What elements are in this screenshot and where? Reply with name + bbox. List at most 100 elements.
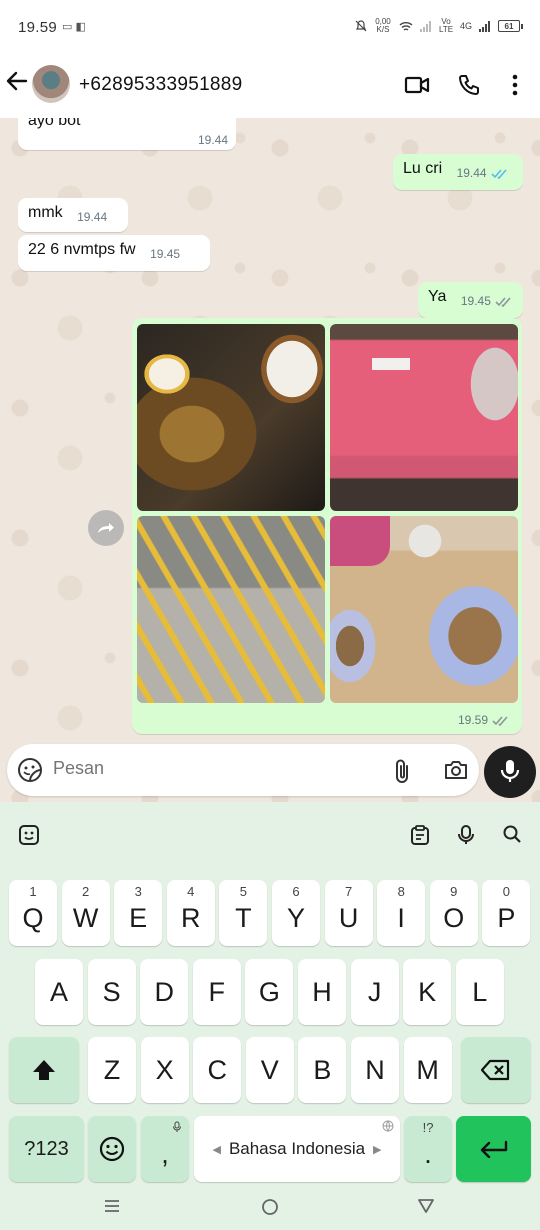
space-key-label: Bahasa Indonesia (228, 1139, 366, 1158)
back-nav-icon[interactable] (417, 1198, 435, 1219)
french-fries-photo[interactable] (137, 516, 325, 703)
key-number-hint: 1 (29, 884, 37, 899)
voice-input-icon[interactable] (456, 824, 476, 851)
key-letter: I (397, 902, 405, 933)
key-h[interactable]: H (298, 959, 346, 1025)
status-right-icons: 0,00 K/S Vo LTE 4G 61 (355, 17, 523, 34)
key-l[interactable]: L (455, 959, 504, 1025)
key-letter: W (72, 902, 99, 933)
delivered-double-tick-icon (495, 296, 511, 307)
pink-drink-photo[interactable] (330, 324, 518, 511)
key-d[interactable]: D (140, 959, 189, 1025)
key-g[interactable]: G (245, 959, 294, 1025)
key-n[interactable]: N (351, 1037, 399, 1103)
key-letter: P (497, 902, 516, 933)
key-letter: T (235, 902, 252, 933)
key-letter: D (154, 976, 174, 1007)
key-letter: L (472, 976, 488, 1007)
comma-key-label: , (161, 1138, 169, 1169)
attach-paperclip-icon[interactable] (393, 758, 413, 789)
key-i[interactable]: 8I (377, 880, 426, 946)
shift-key[interactable] (9, 1037, 79, 1103)
key-q[interactable]: 1Q (9, 880, 57, 946)
message-time: 19.45 (460, 294, 491, 308)
message-incoming[interactable]: 22 6 nvmtps fw 19.45 (18, 235, 210, 271)
key-b[interactable]: B (298, 1037, 347, 1103)
network-type: Vo LTE (438, 17, 454, 34)
message-incoming[interactable]: ayo bot 19.44 (18, 118, 236, 150)
backspace-key[interactable] (461, 1037, 531, 1103)
key-number-hint: 3 (134, 884, 142, 899)
key-letter: N (365, 1054, 385, 1085)
language-globe-icon (382, 1120, 394, 1132)
symbols-key[interactable]: ?123 (9, 1116, 84, 1182)
voice-message-button[interactable] (484, 746, 536, 798)
key-j[interactable]: J (350, 959, 399, 1025)
key-u[interactable]: 7U (324, 880, 373, 946)
mic-hint-icon (173, 1121, 181, 1132)
system-nav-bar (0, 1188, 540, 1230)
key-s[interactable]: S (87, 959, 136, 1025)
back-arrow-icon[interactable] (6, 70, 32, 98)
key-m[interactable]: M (403, 1037, 452, 1103)
message-text: ayo bot (28, 118, 81, 129)
key-f[interactable]: F (192, 959, 241, 1025)
video-call-icon[interactable] (403, 71, 431, 99)
message-time: 19.44 (197, 133, 228, 147)
key-letter: J (367, 976, 382, 1007)
key-o[interactable]: 9O (429, 880, 478, 946)
key-letter: S (102, 976, 121, 1007)
recent-apps-icon[interactable] (103, 1198, 121, 1219)
symbols-key-label: ?123 (24, 1137, 69, 1160)
message-text: Lu cri (403, 160, 443, 177)
message-outgoing[interactable]: Ya 19.45 (418, 282, 523, 318)
chat-area[interactable]: ayo bot 19.44 Lu cri 19.44 mmk 19.44 22 … (0, 118, 540, 802)
search-icon[interactable] (502, 824, 522, 849)
key-t[interactable]: 5T (219, 880, 268, 946)
message-input[interactable] (53, 758, 373, 779)
space-key[interactable]: ◀ Bahasa Indonesia ▶ (194, 1116, 400, 1182)
emoji-key[interactable] (88, 1116, 136, 1182)
key-k[interactable]: K (403, 959, 452, 1025)
key-letter: Z (103, 1054, 121, 1085)
key-a[interactable]: A (35, 959, 83, 1025)
message-outgoing[interactable]: Lu cri 19.44 (393, 154, 523, 190)
key-z[interactable]: Z (88, 1037, 136, 1103)
forward-icon[interactable] (88, 510, 124, 546)
key-number-hint: 6 (292, 884, 300, 899)
clipboard-icon[interactable] (409, 824, 431, 851)
message-text: mmk (28, 204, 63, 221)
comma-key[interactable]: , (141, 1116, 189, 1182)
contact-avatar[interactable] (32, 65, 70, 103)
key-e[interactable]: 3E (114, 880, 163, 946)
notification-icons: ▭ ◧ (62, 21, 86, 33)
sticker-icon[interactable] (18, 824, 40, 851)
photo-album-message[interactable]: 19.59 (132, 318, 522, 734)
key-v[interactable]: V (245, 1037, 294, 1103)
message-composer (7, 744, 479, 796)
noodles-and-rice-photo[interactable] (137, 324, 325, 511)
read-double-tick-icon (491, 168, 507, 179)
key-letter: B (313, 1054, 332, 1085)
camera-icon[interactable] (443, 758, 469, 787)
key-r[interactable]: 4R (166, 880, 215, 946)
emoji-sticker-icon[interactable] (17, 757, 43, 788)
message-incoming[interactable]: mmk 19.44 (18, 198, 128, 232)
key-x[interactable]: X (140, 1037, 189, 1103)
key-c[interactable]: C (193, 1037, 242, 1103)
voice-call-icon[interactable] (455, 71, 483, 99)
album-meta: 19.59 (458, 713, 510, 727)
fried-rice-plates-photo[interactable] (330, 516, 518, 703)
keyboard-toolbar (0, 802, 540, 872)
home-icon[interactable] (261, 1198, 279, 1221)
key-p[interactable]: 0P (482, 880, 531, 946)
key-y[interactable]: 6Y (272, 880, 320, 946)
key-w[interactable]: 2W (61, 880, 110, 946)
status-bar: 19.59 ▭ ◧ 0,00 K/S Vo LTE 4G 61 (0, 0, 540, 52)
contact-name[interactable]: +62895333951889 (79, 74, 243, 96)
enter-key[interactable] (456, 1116, 531, 1182)
more-options-icon[interactable] (501, 71, 529, 99)
period-key[interactable]: !? . (404, 1116, 452, 1182)
message-time: 19.59 (457, 713, 488, 727)
signal-icon-2 (479, 20, 490, 32)
